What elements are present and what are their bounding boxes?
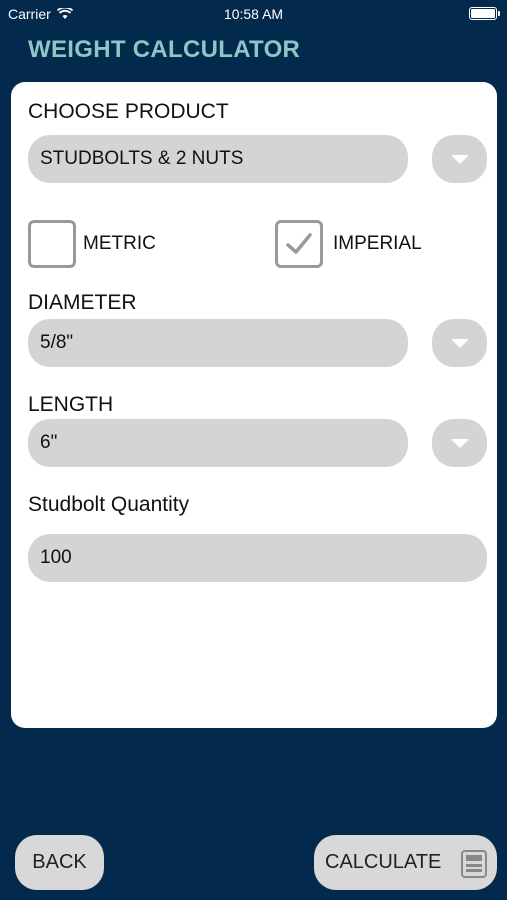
choose-product-label: CHOOSE PRODUCT [28,100,229,123]
imperial-label: IMPERIAL [333,233,422,254]
product-select-value: STUDBOLTS & 2 NUTS [40,148,244,169]
diameter-select-value: 5/8" [40,332,74,353]
back-button[interactable]: BACK [15,835,104,890]
calculator-icon [461,850,487,878]
length-select-value: 6" [40,432,58,453]
imperial-checkbox[interactable] [275,220,323,268]
diameter-select[interactable]: 5/8" [28,319,408,367]
chevron-down-icon [450,338,469,348]
status-bar: Carrier 10:58 AM [0,0,507,28]
page-title: WEIGHT CALCULATOR [28,36,301,63]
battery-icon [469,7,500,20]
diameter-dropdown-button[interactable] [432,319,487,367]
quantity-label: Studbolt Quantity [28,493,190,516]
metric-label: METRIC [83,233,156,254]
product-select[interactable]: STUDBOLTS & 2 NUTS [28,135,408,183]
quantity-input-value: 100 [40,547,72,568]
back-button-label: BACK [32,851,87,873]
calculate-button-label: CALCULATE [325,851,442,873]
product-dropdown-button[interactable] [432,135,487,183]
length-dropdown-button[interactable] [432,419,487,467]
calculate-button[interactable]: CALCULATE [314,835,497,890]
diameter-label: DIAMETER [28,291,137,314]
checkmark-icon [286,233,312,254]
length-select[interactable]: 6" [28,419,408,467]
chevron-down-icon [450,438,469,448]
metric-checkbox[interactable] [28,220,76,268]
quantity-input[interactable]: 100 [28,534,487,582]
status-time: 10:58 AM [223,6,284,22]
length-label: LENGTH [28,393,114,416]
calculator-form-card: CHOOSE PRODUCT STUDBOLTS & 2 NUTS METRIC… [11,82,497,728]
chevron-down-icon [450,154,469,164]
